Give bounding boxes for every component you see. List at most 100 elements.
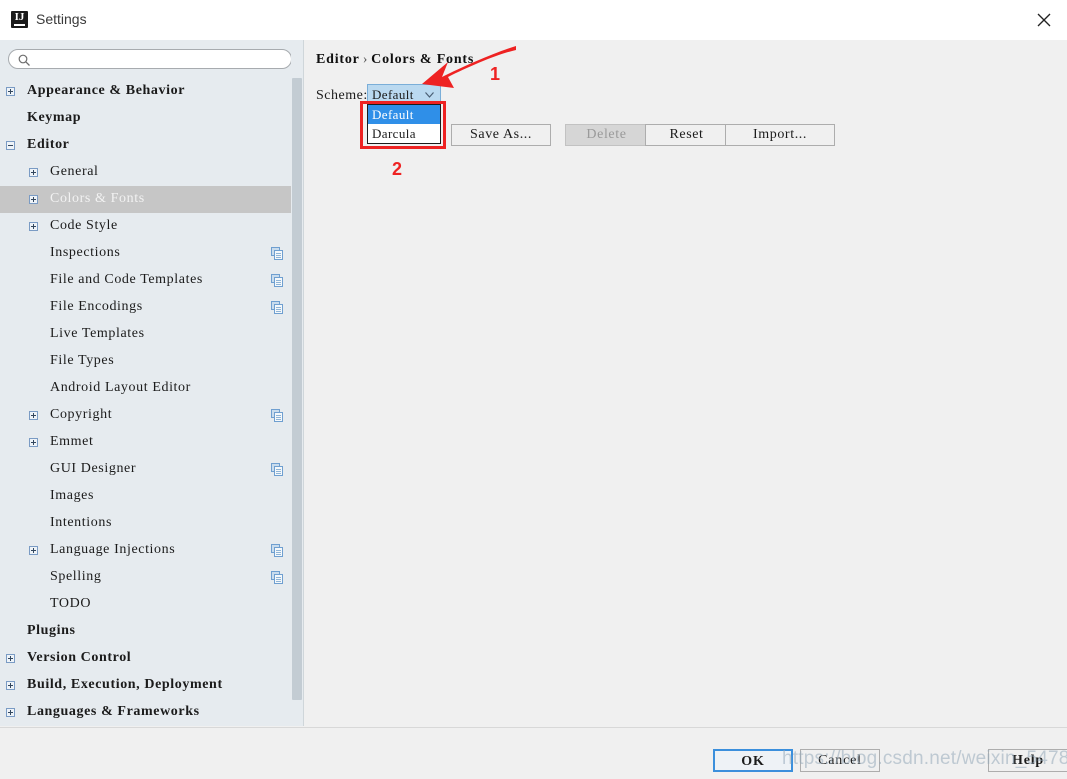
sidebar-item-file-types[interactable]: File Types [0,348,303,375]
expand-icon[interactable] [29,222,38,231]
expand-icon[interactable] [6,708,15,717]
sidebar-scrollbar-track[interactable] [291,40,303,726]
sidebar-item-label: GUI Designer [50,461,137,476]
search-input[interactable] [35,52,289,70]
scheme-option-darcula[interactable]: Darcula [368,124,440,143]
save-as-button[interactable]: Save As... [451,124,551,146]
copy-icon [271,409,284,422]
sidebar-item-label: Build, Execution, Deployment [27,677,223,692]
sidebar-item-label: Languages & Frameworks [27,704,200,719]
sidebar-item-label: Appearance & Behavior [27,83,186,98]
ok-button[interactable]: OK [713,749,793,772]
close-button[interactable] [1021,0,1067,38]
sidebar-item-languages-frameworks[interactable]: Languages & Frameworks [0,699,303,726]
dialog-footer: OK Cancel Help [0,727,1067,779]
settings-dialog: IJ Settings Appearance & Behavior Keymap E… [0,0,1067,779]
sidebar-item-file-encodings[interactable]: File Encodings [0,294,303,321]
help-button[interactable]: Help [988,749,1067,772]
intellij-logo-icon: IJ [11,11,28,28]
sidebar-item-file-and-code-templates[interactable]: File and Code Templates [0,267,303,294]
reset-button[interactable]: Reset [645,124,728,146]
sidebar-item-inspections[interactable]: Inspections [0,240,303,267]
logo-underline [14,24,25,26]
sidebar-item-build-execution-deployment[interactable]: Build, Execution, Deployment [0,672,303,699]
sidebar-item-general[interactable]: General [0,159,303,186]
sidebar-item-editor[interactable]: Editor [0,132,303,159]
sidebar-item-label: Editor [27,137,70,152]
sidebar-item-label: Emmet [50,434,94,449]
sidebar-item-label: Colors & Fonts [50,191,145,206]
copy-icon [271,544,284,557]
sidebar-item-label: Intentions [50,515,112,530]
scheme-selected-value: Default [372,87,414,102]
sidebar-item-label: Version Control [27,650,132,665]
search-container [8,49,294,71]
cancel-button[interactable]: Cancel [800,749,880,772]
window-title: Settings [36,11,87,27]
sidebar-item-emmet[interactable]: Emmet [0,429,303,456]
copy-icon [271,301,284,314]
breadcrumb-separator-icon: › [362,52,369,67]
sidebar-item-label: Spelling [50,569,102,584]
colors-and-fonts-panel: Editor › Colors & Fonts Scheme: Default De… [304,40,1067,726]
sidebar-item-label: File Encodings [50,299,143,314]
sidebar-item-label: TODO [50,596,92,611]
sidebar-item-label: Android Layout Editor [50,380,191,395]
sidebar-scrollbar-thumb[interactable] [292,78,302,700]
sidebar-item-label: Language Injections [50,542,176,557]
sidebar-item-spelling[interactable]: Spelling [0,564,303,591]
sidebar-item-colors-fonts[interactable]: Colors & Fonts [0,186,303,213]
collapse-icon[interactable] [6,141,15,150]
sidebar-item-label: Copyright [50,407,113,422]
sidebar-item-keymap[interactable]: Keymap [0,105,303,132]
close-icon [1037,13,1051,27]
expand-icon[interactable] [29,195,38,204]
sidebar-item-language-injections[interactable]: Language Injections [0,537,303,564]
sidebar-item-android-layout-editor[interactable]: Android Layout Editor [0,375,303,402]
copy-icon [271,571,284,584]
breadcrumb-current: Colors & Fonts [371,52,475,67]
breadcrumb: Editor › Colors & Fonts [316,52,474,68]
import-button[interactable]: Import... [725,124,835,146]
scheme-combobox[interactable]: Default [367,84,441,104]
chevron-down-icon [425,92,434,98]
expand-icon[interactable] [6,681,15,690]
sidebar-item-todo[interactable]: TODO [0,591,303,618]
search-icon [18,54,30,66]
expand-icon[interactable] [29,438,38,447]
sidebar-item-label: Plugins [27,623,76,638]
expand-icon[interactable] [29,168,38,177]
sidebar-item-label: Keymap [27,110,82,125]
sidebar-item-images[interactable]: Images [0,483,303,510]
sidebar-item-live-templates[interactable]: Live Templates [0,321,303,348]
title-bar: IJ Settings [0,0,1067,41]
scheme-label: Scheme: [316,88,368,103]
sidebar-item-label: Images [50,488,95,503]
sidebar-item-intentions[interactable]: Intentions [0,510,303,537]
copy-icon [271,247,284,260]
sidebar-item-label: File Types [50,353,115,368]
expand-icon[interactable] [29,411,38,420]
sidebar-item-label: Inspections [50,245,121,260]
delete-button: Delete [565,124,648,146]
search-box[interactable] [8,49,292,70]
sidebar-item-label: General [50,164,99,179]
settings-sidebar: Appearance & Behavior Keymap Editor General… [0,40,304,726]
sidebar-item-label: Live Templates [50,326,145,341]
expand-icon[interactable] [6,654,15,663]
sidebar-item-gui-designer[interactable]: GUI Designer [0,456,303,483]
scheme-option-default[interactable]: Default [368,105,440,124]
sidebar-item-code-style[interactable]: Code Style [0,213,303,240]
copy-icon [271,274,284,287]
sidebar-item-appearance-behavior[interactable]: Appearance & Behavior [0,78,303,105]
sidebar-item-plugins[interactable]: Plugins [0,618,303,645]
logo-text: IJ [14,11,25,23]
breadcrumb-parent[interactable]: Editor [316,52,360,67]
scheme-dropdown-list[interactable]: Default Darcula [367,104,441,144]
sidebar-item-copyright[interactable]: Copyright [0,402,303,429]
sidebar-item-version-control[interactable]: Version Control [0,645,303,672]
sidebar-item-label: File and Code Templates [50,272,203,287]
expand-icon[interactable] [6,87,15,96]
settings-tree: Appearance & Behavior Keymap Editor General… [0,78,303,726]
expand-icon[interactable] [29,546,38,555]
